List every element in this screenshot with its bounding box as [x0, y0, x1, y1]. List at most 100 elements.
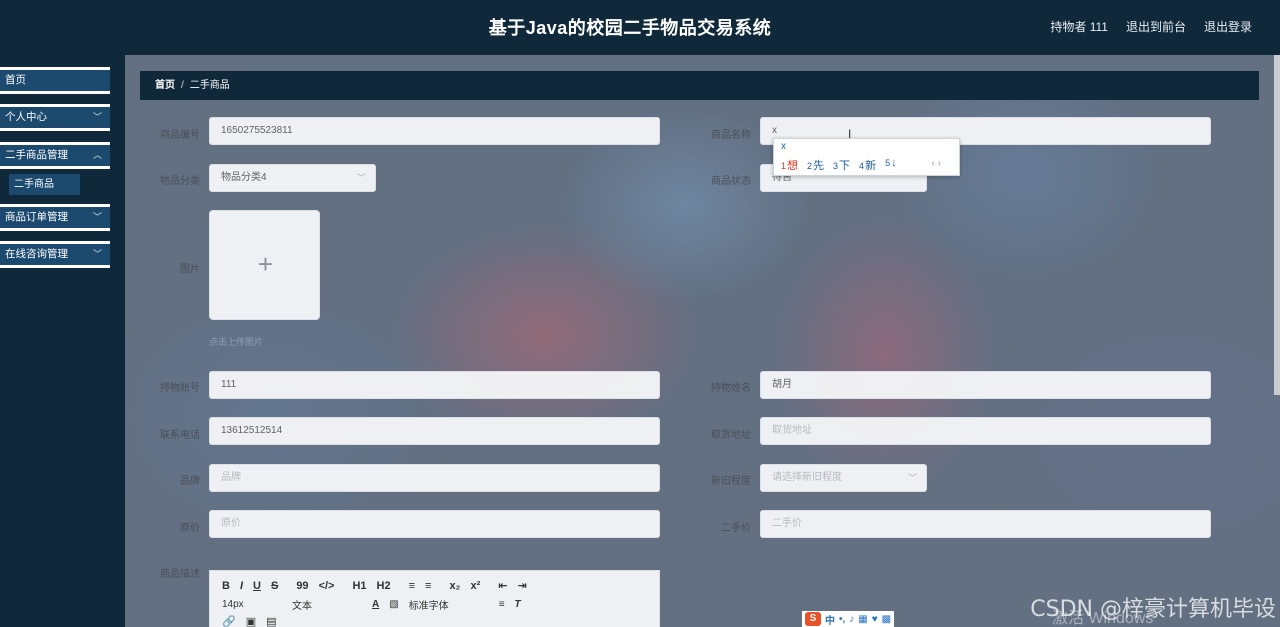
top-links: 持物者 111 退出到前台 退出登录	[1050, 18, 1252, 35]
ime-candidate[interactable]: 2先	[807, 157, 824, 173]
second-price-input[interactable]: 二手价	[760, 510, 1211, 538]
csdn-watermark: CSDN @梓豪计算机毕设	[1030, 597, 1276, 622]
category-value: 物品分类4	[221, 172, 267, 183]
image-label: 图片	[180, 264, 200, 275]
vertical-scrollbar[interactable]	[1274, 55, 1280, 395]
chevron-down-icon: ﹀	[356, 173, 366, 183]
condition-label: 新旧程度	[711, 476, 751, 487]
microphone-icon[interactable]: ♪	[849, 614, 854, 625]
phone-label: 联系电话	[160, 430, 200, 441]
upload-hint[interactable]: 点击上传图片	[209, 335, 263, 348]
background-color-icon[interactable]: ▧	[389, 599, 398, 610]
code-button[interactable]: </>	[319, 580, 335, 592]
phone-input[interactable]: 13612512514	[209, 417, 660, 445]
rich-text-editor[interactable]: B I U S 99 </> H1 H2 ≡ ≡ x₂ x² ⇤ ⇥ 14px …	[209, 570, 660, 627]
brand-input[interactable]: 品牌	[209, 464, 660, 492]
font-color-icon[interactable]: A	[372, 599, 379, 610]
category-label: 物品分类	[160, 176, 200, 187]
subscript-button[interactable]: x₂	[449, 580, 460, 592]
original-price-input[interactable]: 原价	[209, 510, 660, 538]
sidebar-item-secondhand-goods[interactable]: 二手商品管理 ︿	[0, 142, 110, 169]
punctuation-icon[interactable]: •,	[839, 614, 845, 625]
sidebar-subitem-secondhand[interactable]: 二手商品	[9, 174, 80, 195]
brand-label: 品牌	[180, 476, 200, 487]
ime-status-bar[interactable]: S 中 •, ♪ ▦ ♥ ▩	[802, 611, 895, 627]
image-icon[interactable]: ▣	[246, 615, 256, 627]
font-family-select[interactable]: 标准字体	[409, 597, 489, 612]
ime-typed-text: x	[781, 141, 786, 152]
ime-pager[interactable]: ‹ ›	[932, 158, 941, 169]
sidebar-item-label: 商品订单管理	[5, 211, 68, 223]
skin-icon[interactable]: ♥	[872, 614, 878, 625]
bold-button[interactable]: B	[222, 580, 230, 592]
chevron-down-icon: ﹀	[92, 212, 102, 222]
toolbox-icon[interactable]: ▩	[882, 614, 891, 625]
description-label: 商品描述	[160, 569, 200, 580]
quote-button[interactable]: 99	[296, 580, 308, 592]
ime-candidate-window: x 1想 2先 3下 4新 5↓ ‹ ›	[773, 138, 960, 176]
ime-candidate[interactable]: 4新	[859, 157, 876, 173]
ime-candidate[interactable]: 3下	[833, 157, 850, 173]
superscript-button[interactable]: x²	[470, 580, 480, 592]
italic-button[interactable]: I	[240, 580, 243, 592]
ime-candidate[interactable]: 5↓	[885, 157, 897, 173]
sidebar-item-label: 首页	[5, 74, 26, 86]
editor-toolbar-row3: 🔗 ▣ ▤	[222, 615, 277, 627]
original-price-label: 原价	[180, 523, 200, 534]
sidebar-item-orders[interactable]: 商品订单管理 ﹀	[0, 204, 110, 231]
editor-toolbar-row1: B I U S 99 </> H1 H2 ≡ ≡ x₂ x² ⇤ ⇥	[222, 579, 527, 593]
ime-candidates: 1想 2先 3下 4新 5↓	[781, 157, 897, 173]
holder-account-input[interactable]: 111	[209, 371, 660, 399]
underline-button[interactable]: U	[253, 580, 261, 592]
text-cursor-icon: I	[848, 127, 852, 141]
sidebar-item-label: 二手商品管理	[5, 149, 68, 161]
back-to-front-link[interactable]: 退出到前台	[1126, 18, 1186, 35]
h1-button[interactable]: H1	[352, 580, 366, 592]
sidebar-item-label: 个人中心	[5, 111, 47, 123]
strike-button[interactable]: S	[271, 580, 278, 592]
ime-mode[interactable]: 中	[825, 612, 835, 627]
pickup-address-input[interactable]: 取货地址	[760, 417, 1211, 445]
outdent-button[interactable]: ⇤	[498, 579, 507, 592]
item-no-input[interactable]: 1650275523811	[209, 117, 660, 145]
status-label: 商品状态	[711, 176, 751, 187]
image-upload-box[interactable]: +	[209, 210, 320, 320]
indent-button[interactable]: ⇥	[517, 579, 526, 592]
plus-icon: +	[257, 249, 274, 279]
holder-name-input[interactable]: 胡月	[760, 371, 1211, 399]
ime-candidate[interactable]: 1想	[781, 157, 798, 173]
sidebar-item-label: 在线咨询管理	[5, 248, 68, 260]
h2-button[interactable]: H2	[377, 580, 391, 592]
ordered-list-button[interactable]: ≡	[409, 580, 415, 592]
sidebar-item-personal-center[interactable]: 个人中心 ﹀	[0, 104, 110, 131]
logout-link[interactable]: 退出登录	[1204, 18, 1252, 35]
sidebar: 首页 个人中心 ﹀ 二手商品管理 ︿ 二手商品 商品订单管理 ﹀ 在线咨询管理 …	[0, 55, 125, 627]
chevron-down-icon: ﹀	[92, 112, 102, 122]
bullet-list-button[interactable]: ≡	[425, 580, 431, 592]
item-name-label: 商品名称	[711, 130, 751, 141]
chevron-up-icon: ︿	[92, 150, 102, 160]
second-price-label: 二手价	[721, 523, 751, 534]
ime-logo-icon[interactable]: S	[805, 612, 821, 626]
category-select[interactable]: 物品分类4 ﹀	[209, 164, 376, 192]
condition-placeholder: 请选择新旧程度	[772, 472, 842, 483]
sidebar-item-home[interactable]: 首页	[0, 67, 110, 94]
pickup-address-label: 取货地址	[711, 430, 751, 441]
item-no-label: 商品编号	[160, 130, 200, 141]
font-size-select[interactable]: 14px	[222, 599, 282, 610]
editor-toolbar-row2: 14px 文本 A ▧ 标准字体 ≡ T	[222, 597, 521, 612]
keyboard-icon[interactable]: ▦	[858, 614, 867, 625]
video-icon[interactable]: ▤	[266, 615, 276, 627]
paragraph-select[interactable]: 文本	[292, 597, 362, 612]
condition-select[interactable]: 请选择新旧程度 ﹀	[760, 464, 927, 492]
current-user-link[interactable]: 持物者 111	[1050, 18, 1108, 35]
align-icon[interactable]: ≡	[499, 599, 505, 610]
holder-name-label: 持物姓名	[711, 383, 751, 394]
goods-form: 商品编号 1650275523811 商品名称 x 物品分类 物品分类4 ﹀ 商…	[125, 55, 1280, 627]
chevron-down-icon: ﹀	[907, 473, 917, 483]
sidebar-item-consult[interactable]: 在线咨询管理 ﹀	[0, 241, 110, 268]
main-content: 首页 / 二手商品 商品编号 1650275523811 商品名称 x 物品分类 物…	[125, 55, 1280, 627]
clear-format-icon[interactable]: T	[515, 599, 521, 610]
holder-account-label: 持物账号	[160, 383, 200, 394]
link-icon[interactable]: 🔗	[222, 615, 236, 627]
